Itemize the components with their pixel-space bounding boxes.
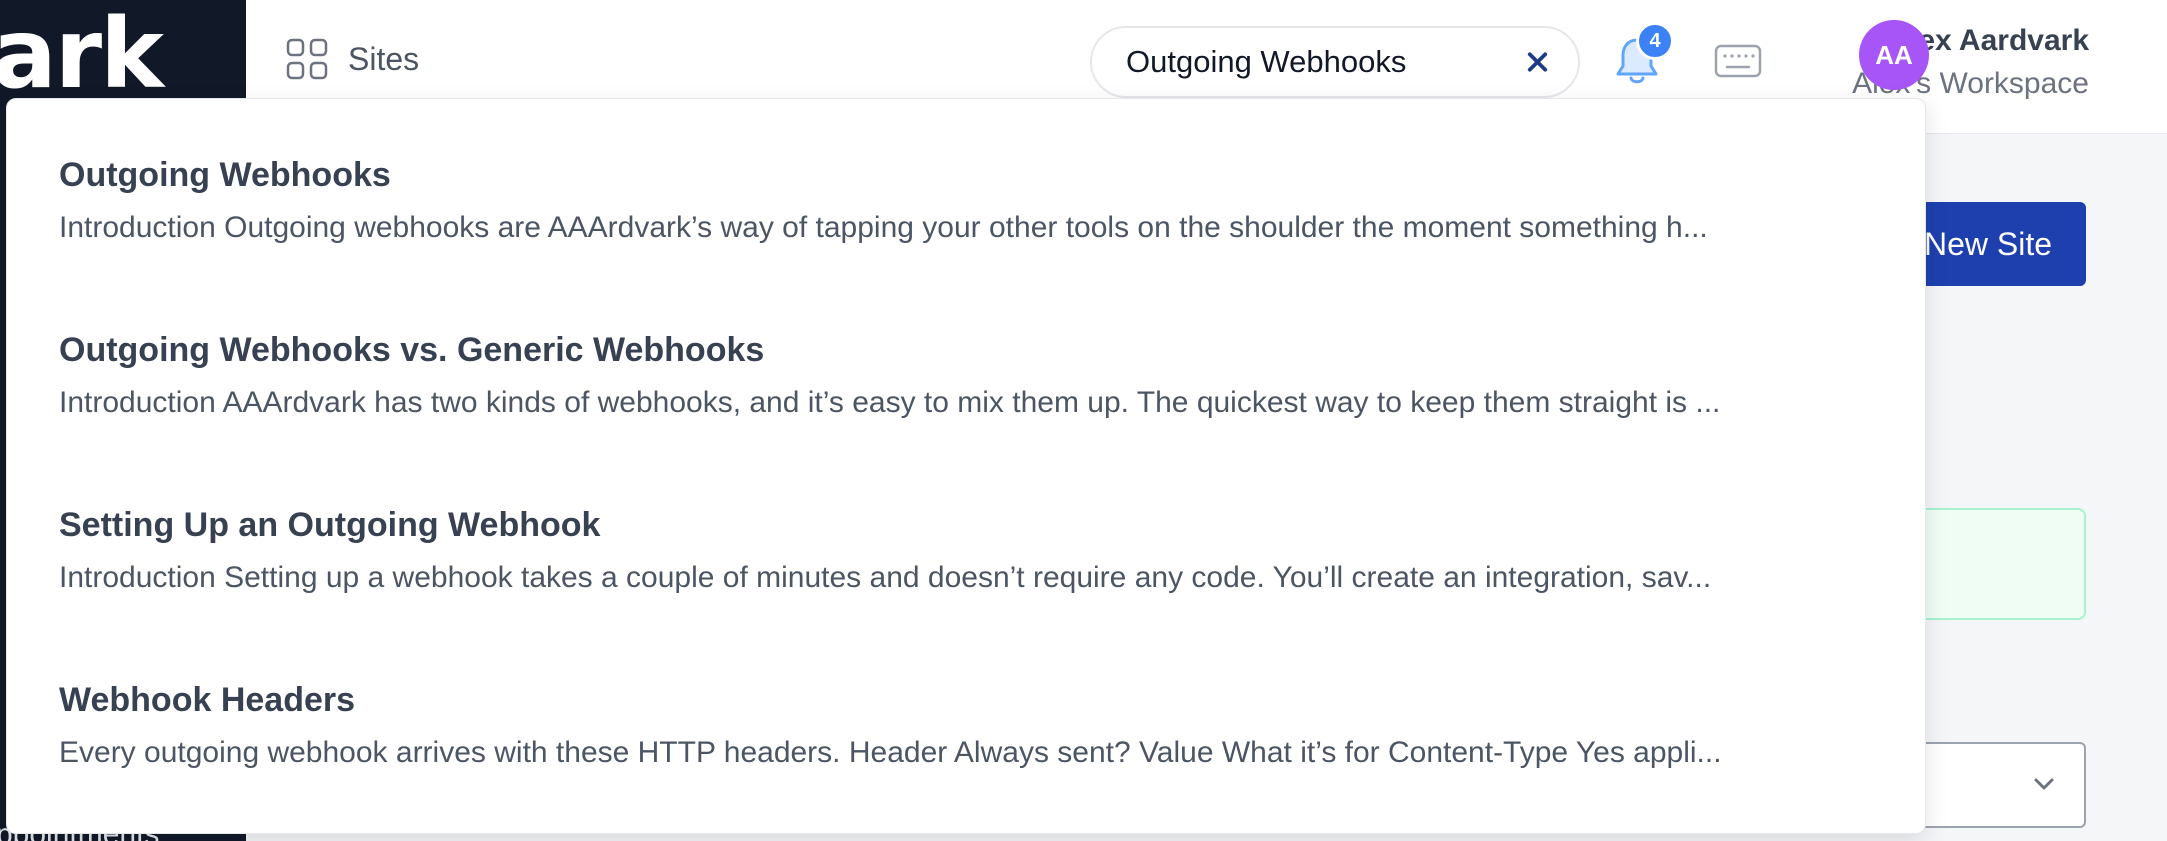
search-result[interactable]: Outgoing Webhooks Introduction Outgoing … — [7, 151, 1925, 326]
app-logo[interactable]: ark — [0, 0, 164, 110]
search-result-snippet: Introduction Setting up a webhook takes … — [59, 561, 1712, 594]
search-result-title: Outgoing Webhooks — [59, 156, 391, 194]
search-box — [1090, 26, 1580, 98]
search-result-snippet: Introduction AAArdvark has two kinds of … — [59, 386, 1721, 419]
grid-icon — [286, 38, 328, 80]
search-result-title: Setting Up an Outgoing Webhook — [59, 506, 601, 544]
search-result[interactable]: Webhook Headers Every outgoing webhook a… — [7, 676, 1925, 841]
search-result-title: Outgoing Webhooks vs. Generic Webhooks — [59, 331, 765, 369]
sites-label: Sites — [348, 40, 420, 77]
search-result-snippet: Every outgoing webhook arrives with thes… — [59, 736, 1722, 769]
search-results-panel: Outgoing Webhooks Introduction Outgoing … — [6, 98, 1926, 834]
notification-count-badge: 4 — [1636, 22, 1674, 60]
notifications-button[interactable]: 4 — [1614, 22, 1674, 92]
search-input[interactable] — [1126, 44, 1525, 80]
keyboard-icon[interactable] — [1714, 44, 1762, 78]
search-result[interactable]: Outgoing Webhooks vs. Generic Webhooks I… — [7, 326, 1925, 501]
clear-search-icon[interactable] — [1525, 49, 1550, 75]
search-result[interactable]: Setting Up an Outgoing Webhook Introduct… — [7, 501, 1925, 676]
search-result-title: Webhook Headers — [59, 681, 356, 719]
avatar[interactable]: AA — [1859, 20, 1929, 90]
sites-link[interactable]: Sites — [286, 38, 419, 80]
chevron-down-icon — [2034, 778, 2054, 790]
search-result-snippet: Introduction Outgoing webhooks are AAArd… — [59, 211, 1708, 244]
